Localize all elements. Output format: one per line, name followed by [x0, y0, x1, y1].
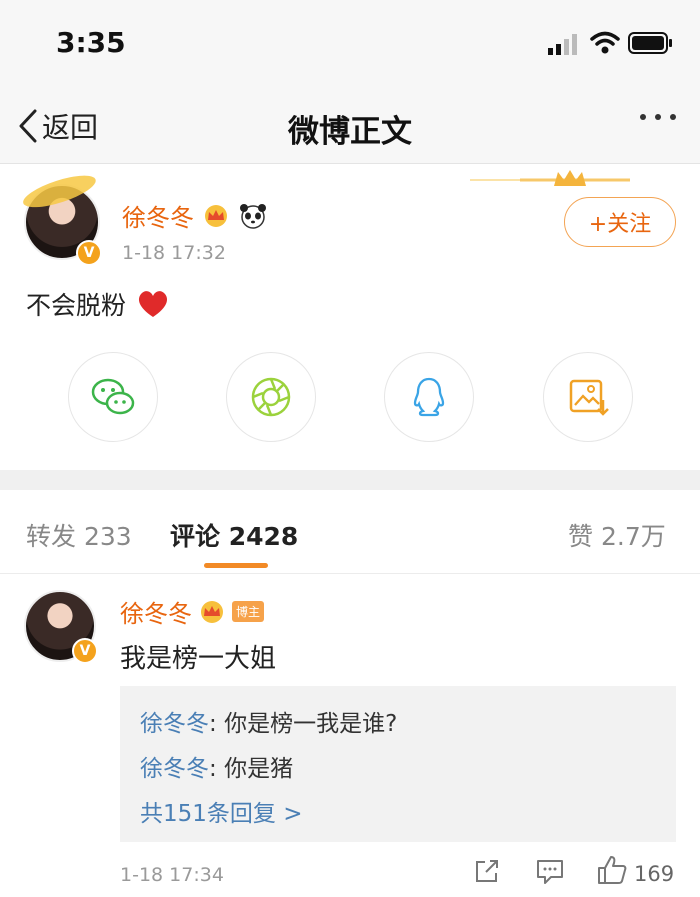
nav-bar: 返回 微博正文	[0, 88, 700, 164]
reply-item: 徐冬冬: 你是猪	[140, 749, 293, 783]
comment-author-name[interactable]: 徐冬冬	[120, 594, 192, 629]
active-tab-indicator	[204, 563, 268, 568]
tab-comments[interactable]: 评论 2428	[170, 517, 298, 553]
crown-icon	[205, 204, 227, 227]
tab-repost-label: 转发	[26, 522, 77, 551]
signal-icon	[548, 34, 577, 55]
panda-icon	[240, 203, 266, 229]
verified-badge-icon: V	[76, 240, 102, 266]
tab-repost[interactable]: 转发 233	[26, 517, 132, 553]
crown-decoration-icon	[470, 170, 630, 186]
reply-item: 徐冬冬: 你是榜一我是谁?	[140, 704, 397, 738]
more-replies-link[interactable]: 共151条回复 >	[140, 794, 302, 828]
share-wechat-button[interactable]	[68, 352, 158, 442]
page-title: 微博正文	[288, 114, 412, 150]
follow-button[interactable]: +关注	[564, 197, 676, 247]
reply-box[interactable]: 徐冬冬: 你是榜一我是谁? 徐冬冬: 你是猪 共151条回复 >	[120, 686, 676, 842]
qq-icon	[413, 377, 445, 417]
status-bar: 3:35	[0, 0, 700, 88]
moments-icon	[251, 377, 291, 417]
more-button[interactable]	[640, 114, 676, 120]
like-count: 169	[634, 862, 675, 886]
comment-author-row: 徐冬冬 博主	[120, 594, 265, 629]
section-divider	[0, 470, 700, 490]
reply-author[interactable]: 徐冬冬	[140, 756, 209, 782]
tabs-divider	[0, 573, 700, 574]
like-icon[interactable]	[596, 854, 628, 886]
post-time: 1-18 17:32	[122, 242, 226, 264]
save-image-icon	[569, 379, 609, 416]
tab-likes[interactable]: 赞 2.7万	[568, 517, 666, 553]
comment-text: 我是榜一大姐	[120, 644, 277, 674]
status-time: 3:35	[56, 26, 126, 59]
tab-repost-count: 233	[83, 522, 132, 551]
post-text: 不会脱粉	[26, 286, 170, 322]
battery-icon	[628, 32, 672, 54]
share-moments-button[interactable]	[226, 352, 316, 442]
wifi-icon	[590, 31, 620, 54]
more-icon	[640, 114, 646, 120]
wechat-icon	[91, 378, 135, 415]
post-text-content: 不会脱粉	[26, 291, 127, 320]
comment-icon[interactable]	[535, 857, 565, 885]
post-author-name[interactable]: 徐冬冬	[122, 198, 194, 233]
share-qq-button[interactable]	[384, 352, 474, 442]
author-badge: 博主	[232, 601, 265, 622]
more-dot	[670, 114, 676, 120]
reply-separator: :	[209, 711, 225, 737]
crown-icon	[201, 600, 223, 623]
tab-comments-label: 评论	[170, 522, 221, 551]
save-image-button[interactable]	[543, 352, 633, 442]
tab-likes-label: 赞	[568, 522, 594, 551]
tab-likes-count: 2.7万	[600, 522, 666, 551]
more-dot	[655, 114, 661, 120]
heart-icon	[139, 291, 168, 317]
reply-text: 你是榜一我是谁?	[224, 711, 398, 737]
share-icon[interactable]	[473, 857, 501, 885]
verified-badge-icon: V	[72, 638, 98, 664]
comment-time: 1-18 17:34	[120, 864, 224, 886]
reply-separator: :	[209, 756, 225, 782]
post-author-row: 徐冬冬	[122, 198, 268, 233]
reply-author[interactable]: 徐冬冬	[140, 711, 209, 737]
reply-text: 你是猪	[224, 756, 294, 782]
tab-comments-count: 2428	[228, 522, 299, 551]
